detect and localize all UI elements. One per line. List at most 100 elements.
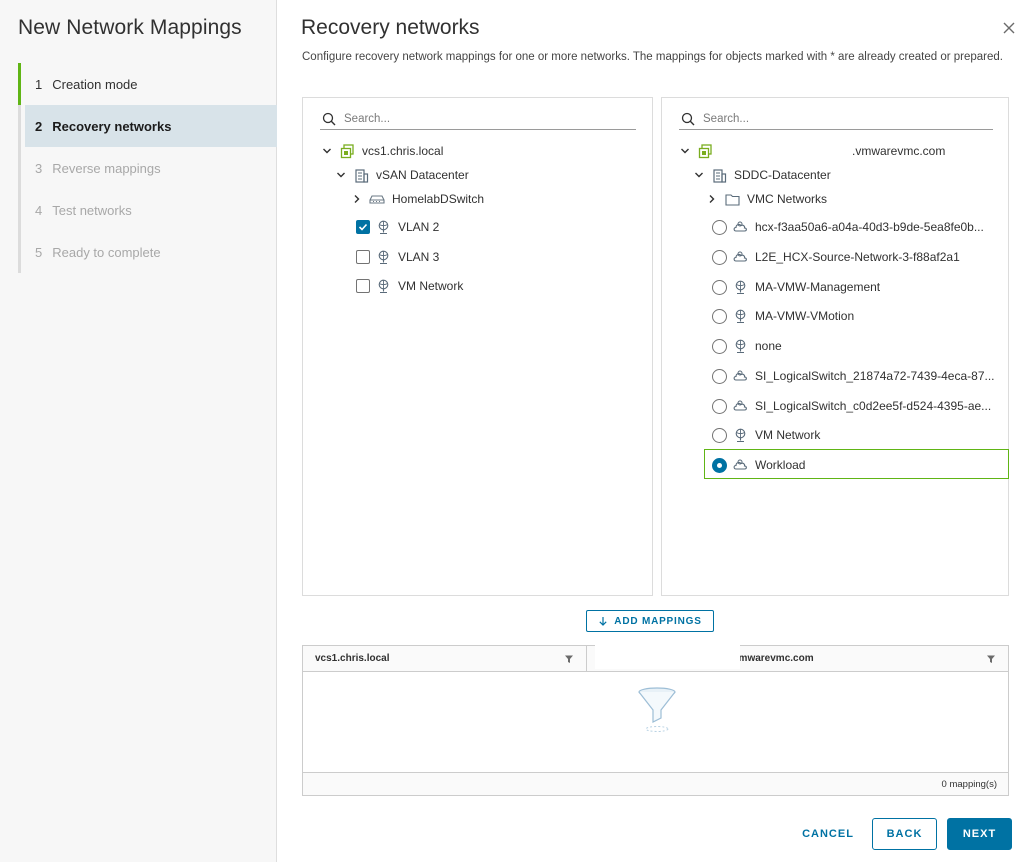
next-button[interactable]: NEXT [947, 818, 1012, 850]
network-icon [375, 278, 391, 294]
radio-button[interactable] [712, 249, 727, 265]
network-label: MA-VMW-Management [755, 280, 881, 294]
cancel-button[interactable]: CANCEL [796, 818, 860, 850]
page-title: Recovery networks [301, 16, 480, 39]
network-row[interactable]: hcx-f3aa50a6-a04a-40d3-b9de-5ea8fe0b... [712, 216, 984, 238]
radio-button[interactable] [712, 368, 727, 384]
chevron-down-icon[interactable] [321, 145, 333, 157]
radio-button[interactable] [712, 279, 727, 295]
network-row[interactable]: MA-VMW-Management [712, 276, 880, 298]
network-icon [375, 219, 391, 235]
vcenter-icon [697, 143, 713, 159]
network-label: VLAN 3 [398, 250, 440, 264]
network-icon [732, 308, 748, 324]
search-input[interactable] [703, 112, 973, 125]
close-icon[interactable] [1001, 20, 1017, 36]
network-label: VM Network [398, 279, 464, 293]
search-icon [322, 112, 336, 125]
radio-button[interactable] [712, 398, 727, 414]
datacenter-icon [353, 167, 369, 183]
radio-button[interactable] [712, 308, 727, 324]
checkbox[interactable] [356, 279, 370, 293]
switch-icon [369, 191, 385, 207]
tree-label: vcs1.chris.local [362, 144, 444, 158]
tree-node-switch[interactable]: HomelabDSwitch [351, 188, 484, 210]
radio-button[interactable] [712, 427, 727, 443]
chevron-down-icon[interactable] [693, 169, 705, 181]
grid-header: vcs1.chris.local vmwarevmc.com [303, 642, 1008, 672]
selection-highlight [704, 449, 1009, 479]
network-label: hcx-f3aa50a6-a04a-40d3-b9de-5ea8fe0b... [755, 220, 984, 234]
empty-funnel-icon [638, 687, 676, 732]
radio-button[interactable] [712, 338, 727, 354]
search-icon [681, 112, 695, 125]
checkbox[interactable] [356, 250, 370, 264]
network-row[interactable]: SI_LogicalSwitch_c0d2ee5f-d524-4395-ae..… [712, 395, 991, 417]
tree-label: SDDC-Datacenter [734, 168, 831, 182]
tree-node-datacenter[interactable]: SDDC-Datacenter [693, 164, 831, 186]
tree-label: VMC Networks [747, 192, 828, 206]
datacenter-icon [711, 167, 727, 183]
column-header-protected[interactable]: vcs1.chris.local [303, 646, 587, 671]
tree-node-folder[interactable]: VMC Networks [706, 188, 827, 210]
network-row-vm-network[interactable]: VM Network [356, 275, 463, 297]
step-test-networks: 4 Test networks [21, 189, 277, 231]
step-creation-mode[interactable]: 1 Creation mode [18, 63, 277, 105]
search-box [320, 108, 636, 130]
network-label: SI_LogicalSwitch_21874a72-7439-4eca-87..… [755, 369, 995, 383]
mappings-grid: vcs1.chris.local vmwarevmc.com 0 mapping… [302, 642, 1009, 796]
recovery-site-tree: .vmwarevmc.com SDDC-Datacenter VMC Netwo… [661, 97, 1009, 596]
add-mappings-button[interactable]: ADD MAPPINGS [586, 610, 714, 632]
filter-icon[interactable] [564, 654, 574, 664]
wizard-sidebar: New Network Mappings 1 Creation mode 2 R… [0, 0, 277, 862]
network-icon [732, 427, 748, 443]
grid-footer: 0 mapping(s) [303, 772, 1008, 795]
step-label: Reverse mappings [52, 160, 161, 176]
step-label: Recovery networks [52, 118, 172, 134]
network-label: VM Network [755, 428, 821, 442]
tree-label: vSAN Datacenter [376, 168, 469, 182]
network-label: MA-VMW-VMotion [755, 309, 855, 323]
vcenter-icon [339, 143, 355, 159]
network-label: VLAN 2 [398, 220, 440, 234]
network-row-vlan3[interactable]: VLAN 3 [356, 246, 439, 268]
column-title: vmwarevmc.com [733, 653, 814, 664]
chevron-down-icon[interactable] [335, 169, 347, 181]
network-row[interactable]: VM Network [712, 424, 820, 446]
step-recovery-networks[interactable]: 2 Recovery networks [25, 105, 277, 147]
tree-label: .vmwarevmc.com [852, 144, 946, 158]
tree-node-datacenter[interactable]: vSAN Datacenter [335, 164, 469, 186]
page-description: Configure recovery network mappings for … [302, 51, 1003, 63]
back-button[interactable]: BACK [872, 818, 937, 850]
chevron-down-icon[interactable] [679, 145, 691, 157]
step-label: Test networks [52, 202, 132, 218]
network-icon [732, 279, 748, 295]
network-row[interactable]: none [712, 335, 782, 357]
search-box [679, 108, 993, 130]
grid-body [303, 672, 1008, 772]
step-number: 3 [35, 160, 43, 176]
network-row[interactable]: SI_LogicalSwitch_21874a72-7439-4eca-87..… [712, 365, 995, 387]
checkbox[interactable] [356, 220, 370, 234]
tree-node-vcenter[interactable]: vcs1.chris.local [321, 140, 443, 162]
add-mappings-label: ADD MAPPINGS [614, 615, 702, 627]
network-row-vlan2[interactable]: VLAN 2 [356, 216, 439, 238]
step-number: 2 [35, 118, 43, 134]
radio-button[interactable] [712, 219, 727, 235]
redaction-mask [595, 642, 740, 669]
tree-node-vcenter[interactable]: .vmwarevmc.com [679, 140, 945, 162]
logical-network-icon [732, 398, 748, 414]
chevron-right-icon[interactable] [706, 193, 718, 205]
folder-icon [724, 191, 740, 207]
step-label: Creation mode [52, 76, 138, 92]
network-row[interactable]: MA-VMW-VMotion [712, 305, 854, 327]
step-number: 4 [35, 202, 43, 218]
tree-label: HomelabDSwitch [392, 192, 485, 206]
network-icon [732, 338, 748, 354]
chevron-right-icon[interactable] [351, 193, 363, 205]
network-label: SI_LogicalSwitch_c0d2ee5f-d524-4395-ae..… [755, 399, 992, 413]
network-row[interactable]: L2E_HCX-Source-Network-3-f88af2a1 [712, 246, 960, 268]
filter-icon[interactable] [986, 654, 996, 664]
search-input[interactable] [344, 112, 614, 125]
logical-network-icon [732, 219, 748, 235]
